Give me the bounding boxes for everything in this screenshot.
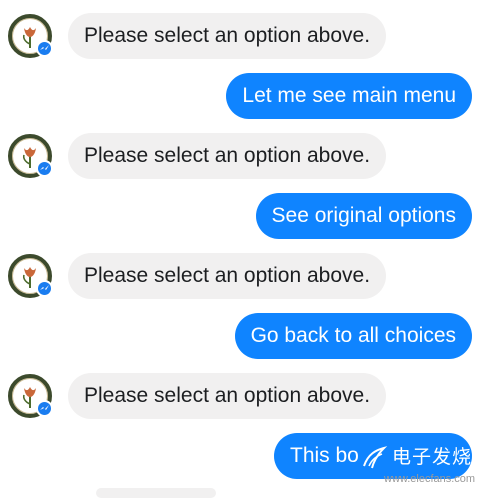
messenger-icon: [36, 400, 53, 417]
bot-message: Please select an option above.: [68, 133, 387, 179]
user-message: Let me see main menu: [226, 73, 472, 119]
user-message: See original options: [255, 193, 472, 239]
watermark-url: www.elecfans.com: [384, 473, 476, 485]
elecfans-logo-icon: [363, 446, 388, 469]
watermark: 电子发烧友: [358, 440, 500, 476]
bot-message: Please select an option above.: [68, 253, 387, 299]
chat-thread: Please select an option above. Let me se…: [0, 0, 500, 498]
watermark-text: 电子发烧友: [392, 447, 493, 468]
messenger-icon: [36, 160, 53, 177]
bot-message: Please select an option above.: [68, 373, 387, 419]
bot-message: Please select an option above.: [68, 13, 387, 59]
messenger-icon: [36, 40, 53, 57]
bot-avatar[interactable]: [8, 374, 53, 418]
user-message: Go back to all choices: [234, 313, 472, 359]
bot-avatar[interactable]: [8, 134, 53, 178]
next-message-stub: [96, 488, 216, 498]
bot-avatar[interactable]: [8, 14, 53, 58]
bot-avatar[interactable]: [8, 254, 53, 298]
messenger-icon: [36, 280, 53, 297]
